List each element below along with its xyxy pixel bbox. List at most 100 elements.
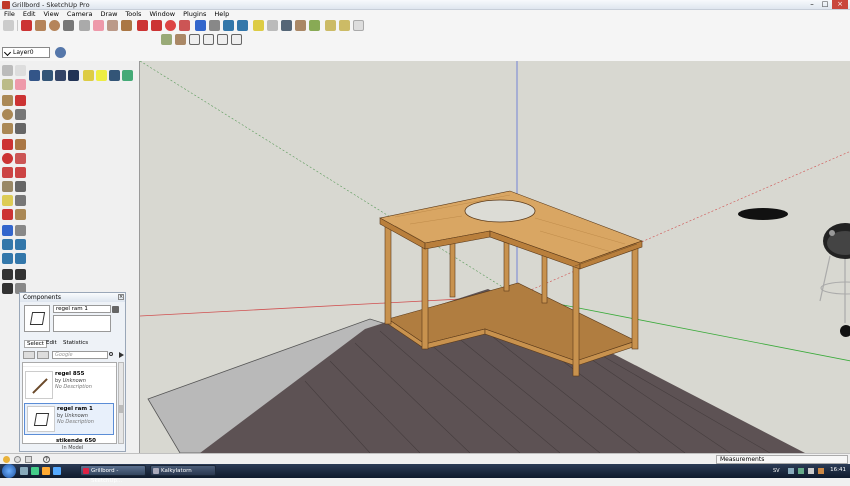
hidden-line-style-icon[interactable] (55, 70, 66, 81)
tab-edit[interactable]: Edit (44, 340, 59, 346)
move-tool-icon[interactable] (137, 20, 148, 31)
search-input[interactable]: Google (52, 351, 108, 359)
minimize-button[interactable]: – (806, 0, 818, 9)
instructor-icon[interactable] (25, 456, 32, 463)
component-list[interactable]: regel 855 by Unknown No Description rege… (22, 362, 117, 444)
select-icon[interactable] (2, 65, 13, 76)
menu-tools[interactable]: Tools (121, 10, 145, 18)
scrollbar-thumb[interactable] (119, 405, 123, 413)
rotate-tool-icon[interactable] (165, 20, 176, 31)
quick-launch-icon[interactable] (31, 467, 39, 475)
dimension-icon[interactable] (15, 181, 26, 192)
display-style-icon[interactable] (109, 70, 120, 81)
tab-statistics[interactable]: Statistics (61, 340, 90, 346)
zoom-extents-icon[interactable] (237, 20, 248, 31)
rotate-icon[interactable] (2, 153, 13, 164)
iso-view-icon[interactable] (161, 34, 172, 45)
taskbar-item-sketchup[interactable]: Grillbord - SketchUp... (80, 465, 146, 484)
close-button[interactable]: × (832, 0, 848, 9)
arc-icon[interactable] (15, 109, 26, 120)
zoom-window-icon[interactable] (15, 239, 26, 250)
menu-file[interactable]: File (0, 10, 19, 18)
right-view-icon[interactable] (203, 34, 214, 45)
scene-canvas[interactable] (140, 61, 850, 453)
list-scrollbar[interactable] (118, 362, 124, 444)
3d-text-icon[interactable] (15, 209, 26, 220)
text-icon[interactable] (15, 195, 26, 206)
offset-icon[interactable] (15, 167, 26, 178)
tray-icon[interactable] (788, 468, 794, 474)
menu-plugins[interactable]: Plugins (179, 10, 210, 18)
select-tool-icon[interactable] (3, 20, 14, 31)
pan-icon[interactable] (15, 225, 26, 236)
get-models-icon[interactable] (281, 20, 292, 31)
edge-style-icon[interactable] (122, 70, 133, 81)
maximize-button[interactable]: □ (819, 0, 831, 9)
eraser-icon[interactable] (15, 79, 26, 90)
measurements-box[interactable]: Measurements (716, 455, 848, 464)
pushpull-icon[interactable] (15, 139, 26, 150)
make-component-icon[interactable] (79, 20, 90, 31)
rectangle-tool-icon[interactable] (35, 20, 46, 31)
layer-manager-icon[interactable] (55, 47, 66, 58)
freehand-icon[interactable] (15, 123, 26, 134)
lock-icon[interactable] (112, 306, 119, 313)
quick-launch-icon[interactable] (53, 467, 61, 475)
followme-icon[interactable] (15, 153, 26, 164)
polygon-icon[interactable] (2, 123, 13, 134)
line-icon[interactable] (15, 95, 26, 106)
zoom-icon[interactable] (2, 239, 13, 250)
scale-icon[interactable] (2, 167, 13, 178)
component-share-icon[interactable] (339, 20, 350, 31)
arc-tool-icon[interactable] (63, 20, 74, 31)
start-button[interactable] (2, 464, 16, 478)
menu-window[interactable]: Window (145, 10, 179, 18)
plugin-icon[interactable] (353, 20, 364, 31)
move-icon[interactable] (2, 139, 13, 150)
list-item-selected[interactable]: regel ram 1 by Unknown No Description (24, 403, 114, 435)
model-viewport[interactable] (139, 61, 850, 453)
textured-style-icon[interactable] (83, 70, 94, 81)
details-arrow-icon[interactable] (118, 351, 125, 359)
tray-icon[interactable] (818, 468, 824, 474)
circle-tool-icon[interactable] (49, 20, 60, 31)
menu-draw[interactable]: Draw (96, 10, 121, 18)
previous-view-icon[interactable] (15, 253, 26, 264)
home-icon[interactable] (37, 351, 49, 359)
component-icon[interactable] (15, 65, 26, 76)
tape-measure-icon[interactable] (2, 181, 13, 192)
push-pull-icon[interactable] (121, 20, 132, 31)
back-view-icon[interactable] (217, 34, 228, 45)
quick-launch-icon[interactable] (42, 467, 50, 475)
language-indicator[interactable]: SV (773, 468, 780, 474)
close-icon[interactable]: × (118, 294, 124, 300)
geo-location-icon[interactable] (3, 456, 10, 463)
follow-me-icon[interactable] (179, 20, 190, 31)
credits-icon[interactable] (14, 456, 21, 463)
top-view-icon[interactable] (175, 34, 186, 45)
line-tool-icon[interactable] (21, 20, 32, 31)
orbit-tool-icon[interactable] (195, 20, 206, 31)
orbit-icon[interactable] (2, 225, 13, 236)
front-view-icon[interactable] (189, 34, 200, 45)
circle-icon[interactable] (2, 109, 13, 120)
position-camera-icon[interactable] (2, 269, 13, 280)
menu-edit[interactable]: Edit (19, 10, 40, 18)
send-to-layout-icon[interactable] (295, 20, 306, 31)
paint-icon[interactable] (2, 79, 13, 90)
menu-view[interactable]: View (39, 10, 62, 18)
menu-camera[interactable]: Camera (63, 10, 97, 18)
quick-launch-icon[interactable] (20, 467, 28, 475)
walk-icon[interactable] (2, 283, 13, 294)
extension-icon[interactable] (309, 20, 320, 31)
component-description-field[interactable] (53, 315, 111, 332)
tray-icon[interactable] (798, 468, 804, 474)
volume-icon[interactable] (808, 468, 814, 474)
pushpull-arrows-icon[interactable] (151, 20, 162, 31)
component-name-field[interactable]: regel ram 1 (53, 305, 111, 313)
left-view-icon[interactable] (231, 34, 242, 45)
search-icon[interactable] (108, 351, 116, 359)
help-icon[interactable]: ? (43, 456, 50, 463)
xray-style-icon[interactable] (29, 70, 40, 81)
protractor-icon[interactable] (2, 195, 13, 206)
